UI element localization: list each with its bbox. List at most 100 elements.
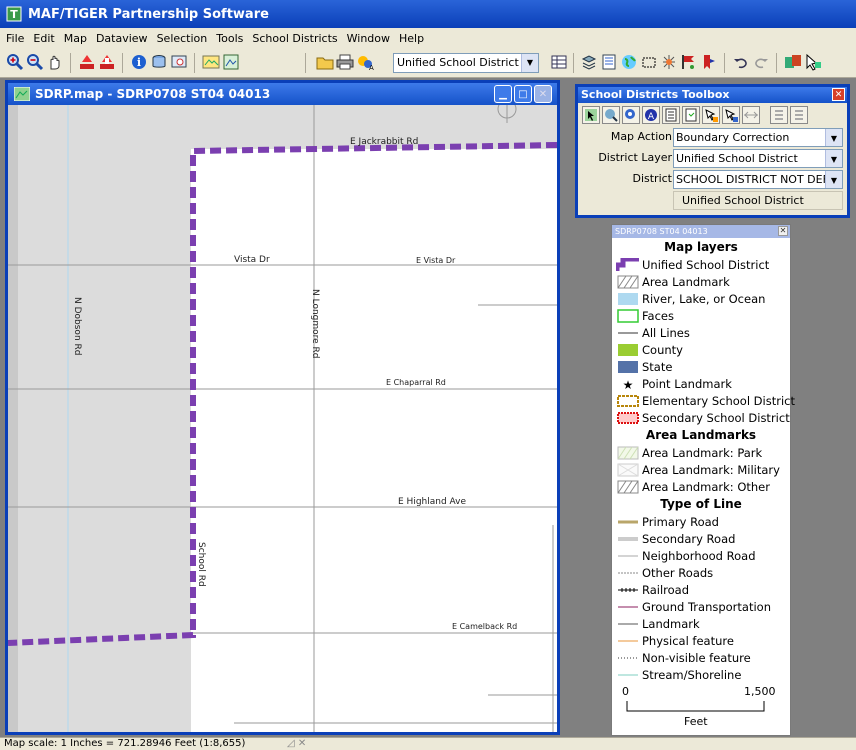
address-tool-icon[interactable]: A <box>642 106 660 124</box>
district-row: District SCHOOL DISTRICT NOT DEFI ▼ <box>578 169 847 190</box>
legend-item[interactable]: Physical feature <box>612 632 790 649</box>
resize-icon[interactable]: ◿ ✕ <box>287 738 306 750</box>
menu-edit[interactable]: Edit <box>33 32 54 45</box>
secondary-district-symbol-icon <box>616 411 640 425</box>
previous-extent-icon[interactable] <box>78 53 96 71</box>
maximize-icon[interactable]: □ <box>514 85 532 103</box>
legend-item[interactable]: Primary Road <box>612 513 790 530</box>
legend-item[interactable]: Elementary School District <box>612 392 795 409</box>
legend-title-bar[interactable]: SDRP0708 ST04 04013 ✕ <box>612 225 790 238</box>
select-arrow-icon[interactable] <box>804 53 822 71</box>
zoom-out-icon[interactable] <box>26 53 44 71</box>
chevron-down-icon[interactable]: ▼ <box>825 129 842 146</box>
district-layer-select[interactable]: Unified School District ▼ <box>673 149 843 168</box>
zoom-in-icon[interactable] <box>6 53 24 71</box>
network-icon[interactable] <box>660 53 678 71</box>
legend-icon[interactable] <box>600 53 618 71</box>
info-icon[interactable]: i <box>130 53 148 71</box>
select-tool-icon[interactable] <box>582 106 600 124</box>
main-toolbar: i A Unified School District ▼ <box>0 48 856 78</box>
open-folder-icon[interactable] <box>316 53 334 71</box>
legend-item[interactable]: Ground Transportation <box>612 598 790 615</box>
toolbox-title-bar[interactable]: School Districts Toolbox ✕ <box>578 87 847 103</box>
park-hatch-icon <box>616 446 640 460</box>
legend-item[interactable]: Unified School District <box>612 256 790 273</box>
unified-district-symbol-icon <box>616 257 640 272</box>
legend-item[interactable]: Stream/Shoreline <box>612 666 790 683</box>
menu-dataview[interactable]: Dataview <box>96 32 148 45</box>
menu-selection[interactable]: Selection <box>157 32 208 45</box>
layer-list-icon[interactable] <box>580 53 598 71</box>
menu-help[interactable]: Help <box>399 32 424 45</box>
district-select[interactable]: SCHOOL DISTRICT NOT DEFI ▼ <box>673 170 843 189</box>
legend-item[interactable]: Area Landmark: Military <box>612 461 790 478</box>
map-layout-icon[interactable] <box>222 53 240 71</box>
globe-icon[interactable] <box>620 53 638 71</box>
close-icon[interactable]: ✕ <box>832 88 845 101</box>
legend-item[interactable]: ★ Point Landmark <box>612 375 790 392</box>
split-tool-icon[interactable] <box>742 106 760 124</box>
legend-item[interactable]: State <box>612 358 790 375</box>
menu-tools[interactable]: Tools <box>216 32 243 45</box>
legend-item[interactable]: Secondary School District <box>612 409 790 426</box>
layer-select[interactable]: Unified School District ▼ <box>393 53 539 73</box>
report-tool-icon[interactable] <box>662 106 680 124</box>
menu-map[interactable]: Map <box>64 32 87 45</box>
boundary-edit-icon[interactable] <box>702 106 720 124</box>
dataview-icon[interactable] <box>784 53 802 71</box>
road-label-e-vista-dr: E Vista Dr <box>416 256 456 265</box>
zoom-tool-icon[interactable] <box>602 106 620 124</box>
print-icon[interactable] <box>336 53 354 71</box>
style-palette-icon[interactable]: A <box>356 53 374 71</box>
legend-label: Area Landmark: Park <box>642 445 763 460</box>
legend-item[interactable]: Area Landmark: Park <box>612 444 790 461</box>
legend-item[interactable]: Railroad <box>612 581 790 598</box>
query-icon[interactable] <box>170 53 188 71</box>
chevron-down-icon[interactable]: ▼ <box>825 171 842 188</box>
legend-item[interactable]: River, Lake, or Ocean <box>612 290 790 307</box>
legend-item[interactable]: Secondary Road <box>612 530 790 547</box>
legend-item[interactable]: Neighborhood Road <box>612 547 790 564</box>
menu-window[interactable]: Window <box>347 32 390 45</box>
map-window-title-bar[interactable]: SDRP.map - SDRP0708 ST04 04013 ▁ □ ✕ <box>8 83 557 105</box>
legend-item[interactable]: County <box>612 341 790 358</box>
chevron-down-icon[interactable]: ▼ <box>825 150 842 167</box>
database-icon[interactable] <box>150 53 168 71</box>
legend-item[interactable]: Non-visible feature <box>612 649 790 666</box>
page-tool-icon[interactable] <box>682 106 700 124</box>
chevron-down-icon[interactable]: ▼ <box>521 54 538 72</box>
table-icon[interactable] <box>550 53 568 71</box>
map-window-icon[interactable] <box>202 53 220 71</box>
legend-label: County <box>642 342 683 357</box>
pan-hand-icon[interactable] <box>46 53 64 71</box>
flag-icon[interactable] <box>680 53 698 71</box>
select-area-icon[interactable] <box>640 53 658 71</box>
legend-item[interactable]: Other Roads <box>612 564 790 581</box>
minimize-icon[interactable]: ▁ <box>494 85 512 103</box>
legend-item[interactable]: Faces <box>612 307 790 324</box>
svg-text:A: A <box>369 64 374 71</box>
legend-item[interactable]: All Lines <box>612 324 790 341</box>
road-label-school: School Rd <box>196 542 206 587</box>
legend-item[interactable]: Landmark <box>612 615 790 632</box>
redo-icon[interactable] <box>752 53 770 71</box>
map-action-select[interactable]: Boundary Correction ▼ <box>673 128 843 147</box>
legend-item[interactable]: Area Landmark: Other <box>612 478 790 495</box>
find-tool-icon[interactable] <box>622 106 640 124</box>
move-up-icon[interactable] <box>770 106 788 124</box>
close-icon[interactable]: ✕ <box>534 85 552 103</box>
menu-file[interactable]: File <box>6 32 24 45</box>
legend-label: Other Roads <box>642 565 714 580</box>
road-label-vista-dr: Vista Dr <box>234 255 270 265</box>
map-canvas[interactable]: E Jackrabbit Rd Vista Dr E Vista Dr E Ch… <box>8 105 557 732</box>
bookmark-icon[interactable] <box>700 53 718 71</box>
next-extent-icon[interactable] <box>98 53 116 71</box>
close-icon[interactable]: ✕ <box>778 226 788 236</box>
menu-school-districts[interactable]: School Districts <box>252 32 337 45</box>
legend-item[interactable]: Area Landmark <box>612 273 790 290</box>
water-symbol-icon <box>616 292 640 306</box>
undo-icon[interactable] <box>732 53 750 71</box>
boundary-select-icon[interactable] <box>722 106 740 124</box>
menu-bar: File Edit Map Dataview Selection Tools S… <box>0 28 856 48</box>
move-down-icon[interactable] <box>790 106 808 124</box>
